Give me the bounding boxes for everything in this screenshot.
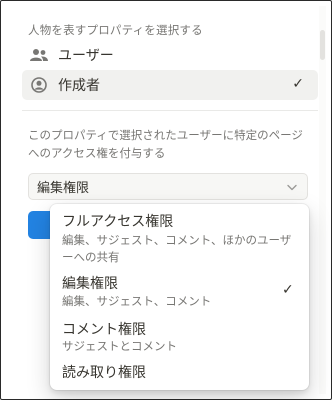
menu-item-title: フルアクセス権限: [62, 214, 174, 230]
section-label: 人物を表すプロパティを選択する: [28, 23, 203, 37]
menu-item-subtitle: 編集、サジェスト、コメント、ほかのユーザーへの共有: [62, 233, 292, 264]
permission-select-value: 編集権限: [37, 181, 90, 196]
option-creator[interactable]: 作成者 ✓: [22, 70, 318, 100]
divider: [22, 110, 318, 111]
chevron-down-icon: [285, 179, 299, 193]
scrollbar-thumb[interactable]: [320, 30, 325, 60]
option-label: 作成者: [58, 78, 100, 94]
menu-item-title: 読み取り権限: [62, 365, 146, 381]
check-icon: ✓: [292, 76, 304, 92]
permission-select[interactable]: 編集権限: [28, 173, 308, 200]
menu-item-read[interactable]: 読み取り権限: [50, 361, 309, 388]
menu-item-edit[interactable]: 編集権限 編集、サジェスト、コメント ✓: [50, 268, 309, 314]
menu-item-title: コメント権限: [62, 322, 146, 338]
permission-dropdown-menu: フルアクセス権限 編集、サジェスト、コメント、ほかのユーザーへの共有 編集権限 …: [50, 204, 309, 390]
option-label: ユーザー: [58, 48, 114, 64]
check-icon: ✓: [282, 282, 294, 298]
option-users[interactable]: ユーザー: [22, 40, 318, 70]
menu-item-subtitle: 編集、サジェスト、コメント: [62, 294, 212, 308]
menu-item-full-access[interactable]: フルアクセス権限 編集、サジェスト、コメント、ほかのユーザーへの共有: [50, 204, 309, 266]
access-description: このプロパティで選択されたユーザーに特定のページへのアクセス権を付与する: [28, 128, 303, 160]
people-icon: [30, 46, 48, 64]
menu-item-title: 編集権限: [62, 276, 118, 292]
user-circle-icon: [30, 76, 48, 94]
menu-item-comment[interactable]: コメント権限 サジェストとコメント: [50, 315, 309, 361]
menu-item-subtitle: サジェストとコメント: [62, 339, 177, 353]
scrollbar-track[interactable]: [319, 6, 326, 394]
